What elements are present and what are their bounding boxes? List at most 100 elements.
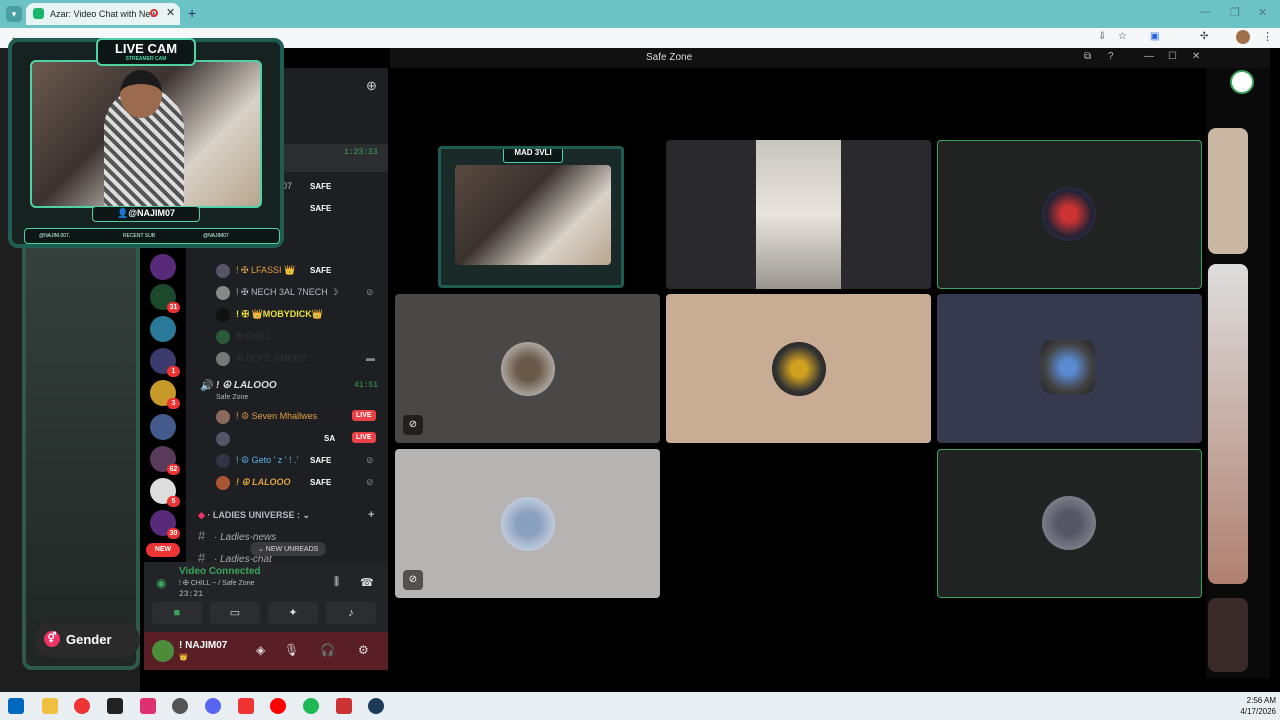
discord-icon[interactable]	[205, 698, 221, 714]
chrome-icon[interactable]	[74, 698, 90, 714]
partner-thumbnail[interactable]	[1208, 598, 1248, 672]
menu-dots-icon[interactable]: ⋮	[1262, 30, 1273, 43]
screen-share-button[interactable]: ▭	[210, 602, 260, 624]
minimize-icon[interactable]: —	[1144, 51, 1154, 62]
username[interactable]: ! NAJIM07	[179, 640, 227, 651]
noise-suppression-icon[interactable]: ⫼	[334, 576, 339, 589]
voice-connection-panel: ◉ Video Connected ! ✠ CHILL ~ / Safe Zon…	[144, 562, 388, 632]
server-icon[interactable]: 62	[150, 446, 180, 475]
app-icon[interactable]	[140, 698, 156, 714]
file-explorer-icon[interactable]	[42, 698, 58, 714]
voice-user-row[interactable]: ! ✠ NECH 3AL 7NECH ☽ ⊘	[212, 284, 388, 302]
avatar	[501, 497, 555, 551]
maximize-icon[interactable]: ❐	[1230, 6, 1240, 19]
obs-icon[interactable]	[172, 698, 188, 714]
user-panel: ! NAJIM07 👑 ◈ 🎙 🎧 ⚙	[144, 632, 388, 670]
minimize-icon[interactable]: —	[1200, 6, 1211, 18]
server-list: 31 1 3 62 5 30	[144, 250, 184, 550]
voice-status[interactable]: Video Connected	[179, 566, 261, 577]
install-icon[interactable]: ⇩	[1098, 31, 1106, 42]
muted-icon: ⊘	[366, 455, 374, 465]
voice-user-row[interactable]: ✠ CHILL	[212, 328, 388, 346]
voice-user-row[interactable]: ! ✠ 👑MOBYDICK👑	[212, 306, 388, 324]
gamepad-icon[interactable]: ◈	[256, 643, 265, 657]
video-tile[interactable]	[666, 294, 931, 443]
disconnect-icon[interactable]: ☎	[360, 576, 374, 589]
server-icon[interactable]: 3	[150, 380, 180, 409]
signal-icon[interactable]: ◉	[156, 576, 166, 590]
headphones-icon[interactable]: 🎧	[320, 643, 335, 657]
extension-icon[interactable]: ▣	[1150, 31, 1159, 42]
profile-avatar[interactable]	[1236, 30, 1250, 44]
app-icon[interactable]	[107, 698, 123, 714]
voice-user-row[interactable]: ! ☮ LALOOO SAFE ⊘	[212, 474, 388, 492]
start-icon[interactable]	[8, 698, 24, 714]
server-icon[interactable]	[150, 414, 176, 440]
server-icon[interactable]	[150, 254, 176, 280]
soundboard-button[interactable]: ♪	[326, 602, 376, 624]
partner-thumbnail[interactable]	[1208, 128, 1248, 254]
voice-user-row[interactable]: ! ☮ Seven Mhallwes LIVE	[212, 408, 388, 426]
recent-sub-label: RECENT SUB	[123, 233, 156, 239]
maximize-icon[interactable]: ☐	[1168, 51, 1177, 62]
safe-tag: SA	[324, 434, 336, 443]
discord-title-bar: Safe Zone ⧉ ? — ☐ ✕	[390, 48, 1270, 68]
help-icon[interactable]: ?	[1108, 51, 1114, 62]
voice-user-row[interactable]: ✠ DOPE SMOKE ▬	[212, 350, 388, 368]
close-tab-button[interactable]: ✕	[166, 6, 175, 19]
add-channel-icon[interactable]: +	[368, 509, 374, 521]
video-tile-speaking[interactable]	[937, 140, 1202, 289]
voice-channel[interactable]: 🔊 ! ☮ LALOOO 41:51 Safe Zone	[200, 378, 386, 408]
recording-icon	[150, 9, 158, 17]
taskbar	[0, 692, 1280, 720]
avatar[interactable]	[152, 640, 174, 662]
gender-filter-button[interactable]: ⚥ Gender	[34, 622, 140, 658]
new-tab-button[interactable]: +	[188, 5, 196, 21]
video-tile[interactable]	[666, 140, 931, 289]
add-member-icon[interactable]: ⊕	[366, 78, 377, 94]
browser-tab-strip: ▾ Azar: Video Chat with New ✕ + — ❐ ✕	[0, 0, 1280, 28]
category-icon: ◆	[198, 510, 205, 520]
server-icon[interactable]: 1	[150, 348, 180, 377]
profile-avatar[interactable]	[1230, 70, 1254, 94]
camera-button[interactable]: ■	[152, 602, 202, 624]
youtube-icon[interactable]	[270, 698, 286, 714]
settings-gear-icon[interactable]: ⚙	[358, 643, 369, 657]
video-tile-streamer[interactable]: MAD 3VLI	[438, 146, 624, 288]
new-unreads-pill[interactable]: ⌄ NEW UNREADS	[250, 542, 327, 556]
microphone-icon[interactable]: 🎙	[284, 643, 299, 657]
server-icon[interactable]: 5	[150, 478, 180, 507]
voice-timer: 23:21	[179, 590, 204, 599]
app-icon[interactable]	[238, 698, 254, 714]
voicemeeter-icon[interactable]	[336, 698, 352, 714]
system-clock[interactable]: 2:56 AM 4/17/2026	[1232, 695, 1276, 717]
voice-user-row[interactable]: ! ✠ LFASSI 👑 SAFE	[212, 262, 388, 280]
close-window-icon[interactable]: ✕	[1258, 6, 1267, 19]
video-tile[interactable]: ⊘	[395, 294, 660, 443]
app-icon[interactable]	[368, 698, 384, 714]
video-tile-speaking[interactable]	[937, 449, 1202, 598]
new-badge[interactable]: NEW	[146, 543, 180, 557]
close-icon[interactable]: ✕	[1192, 51, 1200, 62]
video-tile[interactable]	[937, 294, 1202, 443]
voice-location[interactable]: ! ✠ CHILL ~ / Safe Zone	[179, 579, 254, 587]
extensions-puzzle-icon[interactable]: ✣	[1200, 31, 1208, 42]
server-icon[interactable]: 30	[150, 510, 180, 539]
voice-channel-name: ! ☮ LALOOO	[216, 380, 277, 391]
voice-user-row[interactable]: ! ☮ Geto ' z ' ! .' SAFE ⊘	[212, 452, 388, 470]
activities-button[interactable]: ✦	[268, 602, 318, 624]
text-channel[interactable]: # · Ladies-news	[198, 528, 386, 543]
avatar	[772, 342, 826, 396]
tab-search-icon[interactable]: ▾	[6, 6, 22, 22]
browser-tab[interactable]: Azar: Video Chat with New ✕	[26, 3, 180, 25]
server-icon[interactable]: 31	[150, 284, 180, 313]
mention-badge: 1	[167, 366, 180, 377]
video-tile[interactable]: ⊘	[395, 449, 660, 598]
bookmark-star-icon[interactable]: ☆	[1118, 31, 1127, 42]
voice-user-row[interactable]: SA LIVE	[212, 430, 388, 448]
server-icon[interactable]	[150, 316, 176, 342]
popout-icon[interactable]: ⧉	[1084, 51, 1091, 62]
live-badge: LIVE	[352, 432, 376, 443]
spotify-icon[interactable]	[303, 698, 319, 714]
category-header[interactable]: ◆ · LADIES UNIVERSE : ⌄ +	[198, 509, 386, 521]
